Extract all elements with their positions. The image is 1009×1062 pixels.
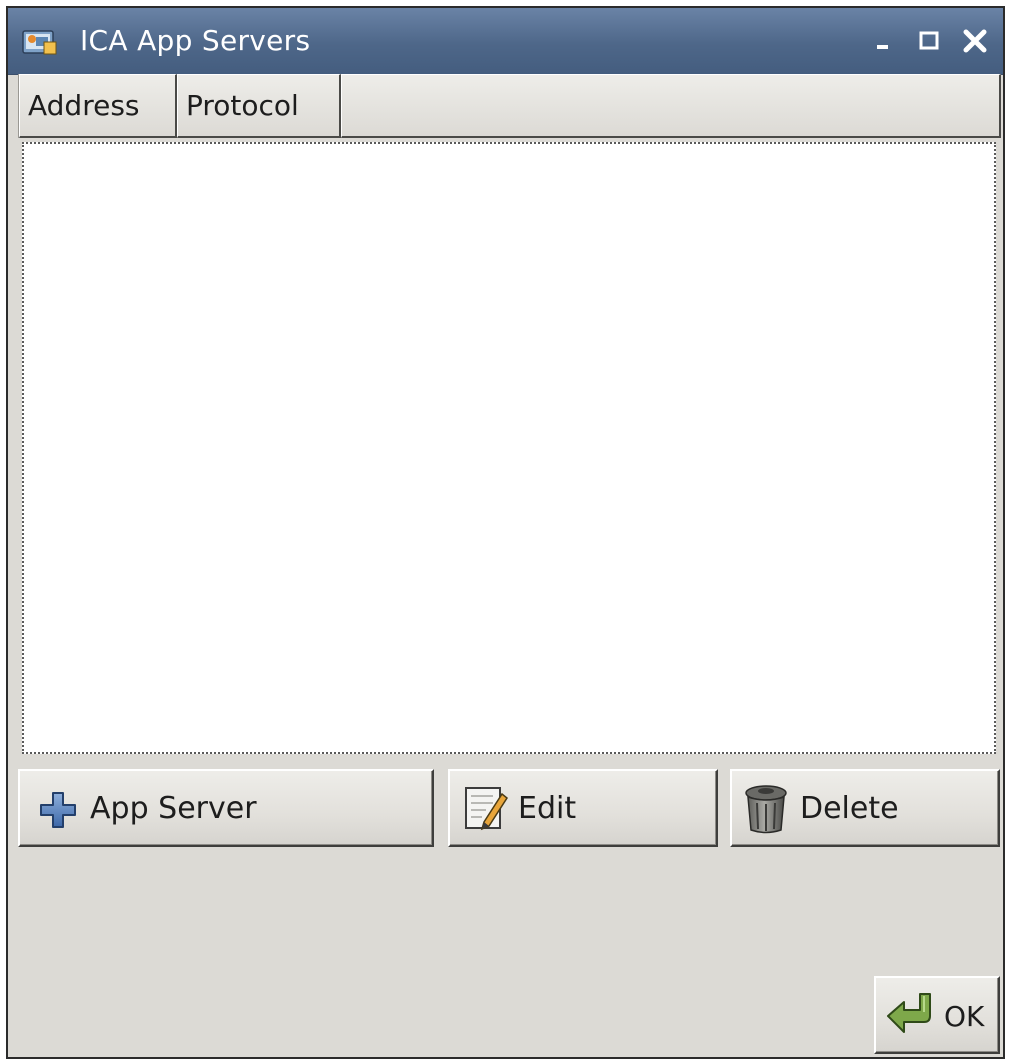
- delete-button[interactable]: Delete: [730, 769, 1000, 847]
- delete-label: Delete: [800, 791, 899, 826]
- column-header-protocol[interactable]: Protocol: [177, 74, 341, 138]
- edit-button[interactable]: Edit: [448, 769, 718, 847]
- add-app-server-label: App Server: [90, 791, 257, 826]
- column-header-filler: [341, 74, 1001, 138]
- close-icon[interactable]: [960, 26, 990, 56]
- trash-can-icon: [745, 785, 787, 834]
- minimize-icon[interactable]: [868, 26, 898, 56]
- ok-button[interactable]: OK: [874, 976, 1000, 1054]
- maximize-icon[interactable]: [914, 26, 944, 56]
- return-arrow-icon: [887, 993, 931, 1033]
- plus-icon: [40, 792, 76, 828]
- edit-label: Edit: [518, 791, 577, 826]
- ica-app-icon: [22, 30, 57, 55]
- column-header-address[interactable]: Address: [19, 74, 177, 138]
- add-app-server-button[interactable]: App Server: [18, 769, 434, 847]
- list-header: Address Protocol: [18, 74, 1001, 138]
- window-title: ICA App Servers: [80, 24, 311, 57]
- ok-label: OK: [944, 1000, 985, 1033]
- ica-app-servers-window: ICA App Servers Address Protocol App Ser…: [6, 6, 1005, 1059]
- app-servers-list[interactable]: [22, 142, 996, 754]
- edit-pencil-icon: [465, 787, 508, 831]
- title-bar[interactable]: ICA App Servers: [8, 8, 1003, 75]
